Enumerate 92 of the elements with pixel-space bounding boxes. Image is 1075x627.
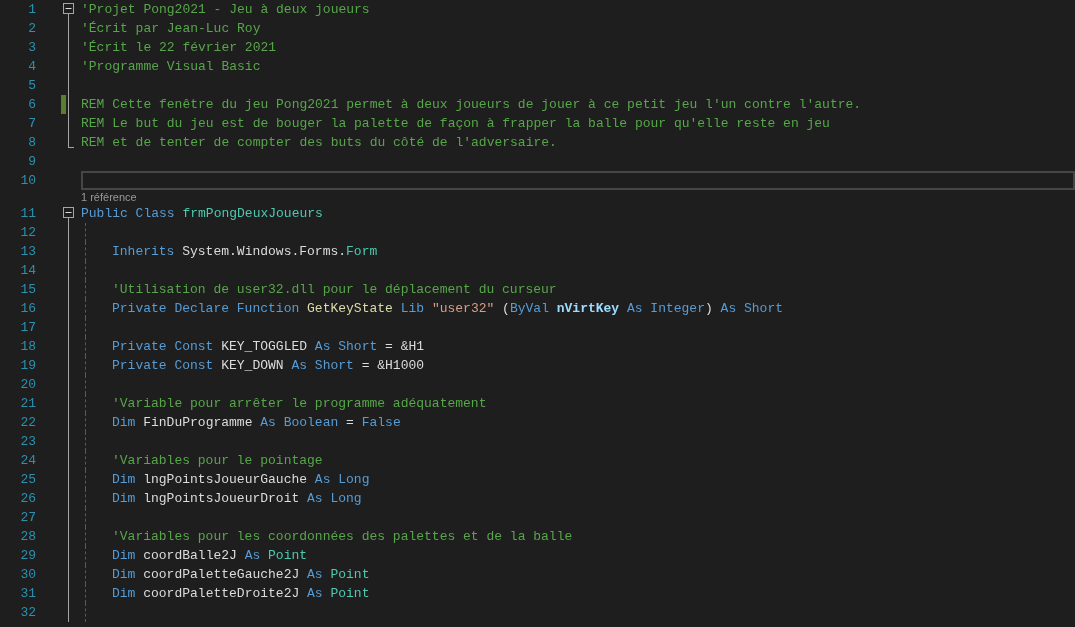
code-text: = &H1000 <box>360 358 425 373</box>
code-comment: REM Cette fenêtre du jeu Pong2021 permet à deux joueurs de jouer à ce petit jeu l'un contre l'autre. <box>81 97 862 112</box>
code-keyword: Private Const <box>112 339 215 354</box>
reference-count-link[interactable]: 1 référence <box>81 190 137 204</box>
line-number: 18 <box>19 339 36 354</box>
code-keyword: Dim <box>112 567 137 582</box>
line-number: 8 <box>27 135 36 150</box>
line-number: 25 <box>19 472 36 487</box>
code-comment: REM Le but du jeu est de bouger la palette de façon à frapper la balle pour qu'elle reste en jeu <box>81 116 830 131</box>
code-keyword: Public Class <box>81 206 176 221</box>
code-text: System.Windows.Forms. <box>182 244 347 259</box>
line-number: 29 <box>19 548 36 563</box>
line-number: 1 <box>27 2 36 17</box>
code-type-name: frmPongDeuxJoueurs <box>182 206 323 221</box>
code-keyword: As Short <box>720 301 783 316</box>
code-keyword: Dim <box>112 586 137 601</box>
code-comment: 'Écrit le 22 février 2021 <box>81 40 277 55</box>
line-number: 13 <box>19 244 36 259</box>
line-number: 19 <box>19 358 36 373</box>
code-identifier: lngPointsJoueurGauche <box>143 472 308 487</box>
code-text: ( <box>501 301 510 316</box>
code-keyword: Dim <box>112 472 137 487</box>
line-number: 24 <box>19 453 36 468</box>
code-comment: 'Variable pour arrêter le programme adéquatement <box>112 396 487 411</box>
code-type-name: Form <box>346 244 378 259</box>
line-number: 9 <box>27 154 36 169</box>
code-keyword: Dim <box>112 548 137 563</box>
line-number: 16 <box>19 301 36 316</box>
line-number: 12 <box>19 225 36 240</box>
code-function-name: GetKeyState <box>307 301 393 316</box>
line-number: 27 <box>19 510 36 525</box>
code-comment: REM et de tenter de compter des buts du côté de l'adversaire. <box>81 135 557 150</box>
code-keyword: Dim <box>112 415 137 430</box>
code-comment: 'Utilisation de user32.dll pour le déplacement du curseur <box>112 282 557 297</box>
code-keyword: As <box>306 586 324 601</box>
code-identifier: KEY_DOWN <box>221 358 284 373</box>
code-keyword: Inherits <box>112 244 176 259</box>
code-type-name: Point <box>330 586 370 601</box>
code-comment: 'Programme Visual Basic <box>81 59 261 74</box>
code-text: = <box>345 415 355 430</box>
code-identifier: FinDuProgramme <box>143 415 253 430</box>
line-number: 15 <box>19 282 36 297</box>
code-keyword: False <box>361 415 401 430</box>
line-number: 23 <box>19 434 36 449</box>
code-keyword: Private Const <box>112 358 215 373</box>
line-number: 28 <box>19 529 36 544</box>
code-comment: 'Variables pour les coordonnées des palettes et de la balle <box>112 529 573 544</box>
code-keyword: As Long <box>306 491 362 506</box>
code-keyword: ByVal <box>509 301 550 316</box>
code-keyword: As Long <box>313 472 370 487</box>
line-number: 20 <box>19 377 36 392</box>
code-identifier: coordBalle2J <box>143 548 237 563</box>
code-keyword: Private Declare Function <box>112 301 301 316</box>
code-comment: 'Écrit par Jean-Luc Roy <box>81 21 261 36</box>
line-number: 32 <box>19 605 36 620</box>
code-identifier: lngPointsJoueurDroit <box>143 491 300 506</box>
code-text: ) <box>705 301 714 316</box>
code-text: = &H1 <box>384 339 425 354</box>
line-number: 11 <box>19 206 36 221</box>
code-string: "user32" <box>431 301 495 316</box>
code-keyword: As <box>306 567 324 582</box>
line-number: 2 <box>27 21 36 36</box>
line-number: 14 <box>19 263 36 278</box>
line-number: 22 <box>19 415 36 430</box>
line-number: 6 <box>27 97 36 112</box>
code-type-name: Point <box>268 548 308 563</box>
code-type-name: Point <box>330 567 370 582</box>
code-keyword: As Short <box>290 358 354 373</box>
line-number: 10 <box>19 173 36 188</box>
line-number: 4 <box>27 59 36 74</box>
code-identifier: coordPaletteGauche2J <box>143 567 300 582</box>
line-number: 17 <box>19 320 36 335</box>
code-keyword: Dim <box>112 491 137 506</box>
code-keyword: As Integer <box>625 301 705 316</box>
code-comment: 'Variables pour le pointage <box>112 453 323 468</box>
code-identifier: coordPaletteDroite2J <box>143 586 300 601</box>
code-keyword: As Short <box>313 339 378 354</box>
line-number: 5 <box>27 78 36 93</box>
line-number: 30 <box>19 567 36 582</box>
line-number: 21 <box>19 396 36 411</box>
line-number: 7 <box>27 116 36 131</box>
line-number: 31 <box>19 586 36 601</box>
code-identifier: KEY_TOGGLED <box>221 339 308 354</box>
line-number: 3 <box>27 40 36 55</box>
code-keyword: As <box>243 548 262 563</box>
code-keyword: As Boolean <box>259 415 339 430</box>
code-parameter: nVirtKey <box>556 301 620 316</box>
collapse-icon[interactable] <box>63 3 74 14</box>
code-keyword: Lib <box>399 301 426 316</box>
code-comment: 'Projet Pong2021 - Jeu à deux joueurs <box>81 2 370 17</box>
line-number: 26 <box>19 491 36 506</box>
collapse-icon[interactable] <box>63 207 74 218</box>
